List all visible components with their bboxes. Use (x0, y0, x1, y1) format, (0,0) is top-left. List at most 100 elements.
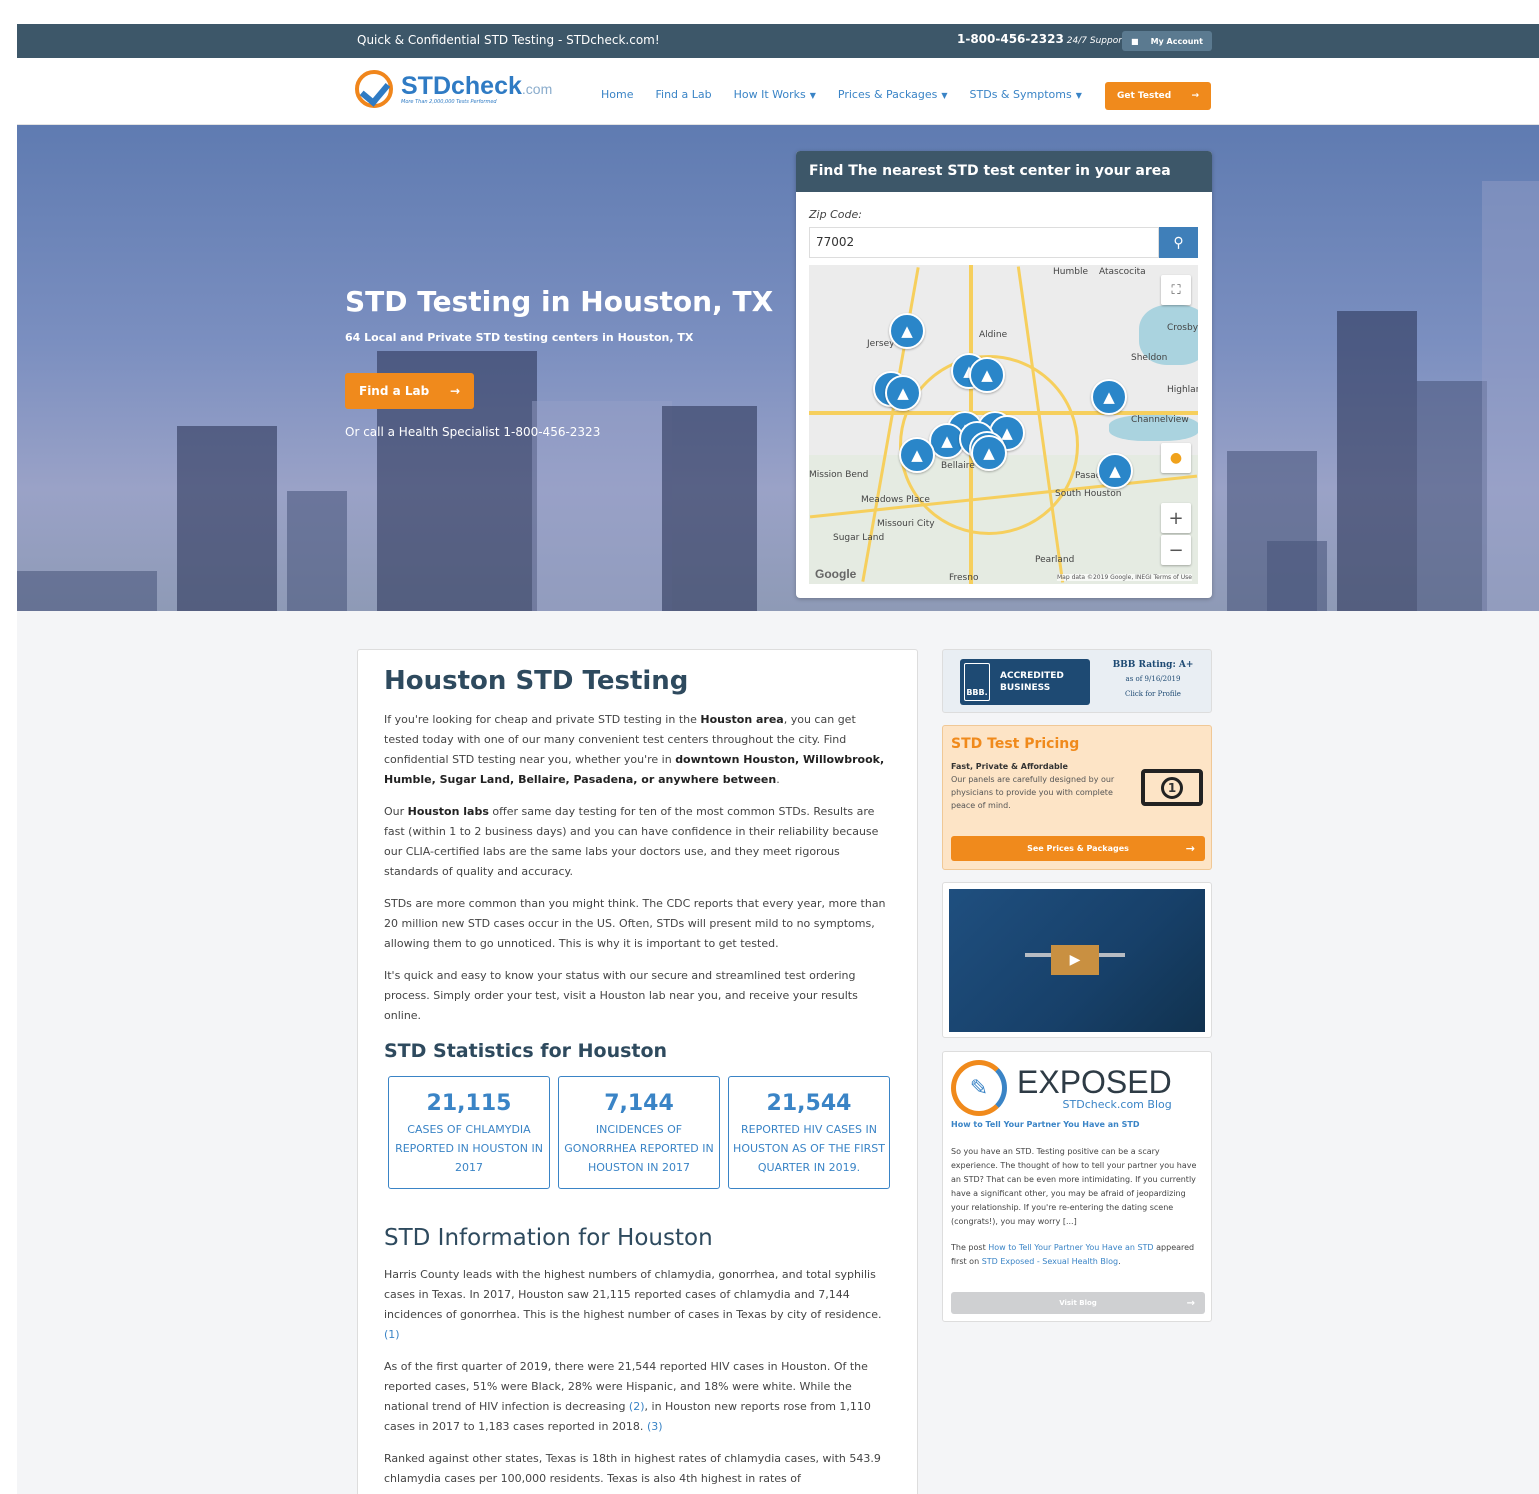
lab-pin-icon[interactable]: ▲ (885, 375, 921, 411)
skyline-building (1417, 381, 1487, 611)
lab-pin-icon[interactable]: ▲ (899, 437, 935, 473)
bbb-profile-link[interactable]: Click for Profile (1103, 690, 1203, 698)
stat-card: 21,544 REPORTED HIV CASES IN HOUSTON AS … (728, 1076, 890, 1189)
map-attribution[interactable]: Map data ©2019 Google, INEGI Terms of Us… (1057, 574, 1192, 581)
lab-pin-icon[interactable]: ▲ (889, 313, 925, 349)
stat-text: REPORTED HIV CASES IN HOUSTON AS OF THE … (733, 1123, 885, 1174)
stats-row: 21,115 CASES OF CHLAMYDIA REPORTED IN HO… (388, 1076, 891, 1189)
lab-finder-card: Find The nearest STD test center in your… (796, 151, 1212, 598)
stat-number: 21,115 (426, 1091, 512, 1116)
lab-map[interactable]: Humble Atascocita Aldine Jersey Sheldon … (809, 265, 1198, 584)
text: . (1118, 1257, 1121, 1266)
lab-pin-icon[interactable]: ▲ (1091, 379, 1127, 415)
zoom-out-button[interactable]: − (1161, 535, 1191, 565)
reference-link[interactable]: (2) (629, 1400, 645, 1413)
checkmark-logo-icon (355, 70, 393, 108)
arrow-right-icon: → (1186, 1297, 1195, 1309)
lab-pin-icon[interactable]: ▲ (1097, 453, 1133, 489)
my-account-button[interactable]: ■ My Account (1122, 31, 1212, 51)
visit-blog-label: Visit Blog (1059, 1299, 1097, 1307)
chevron-down-icon: ▼ (809, 91, 816, 100)
process-paragraph: It's quick and easy to know your status … (384, 969, 858, 1022)
nav-find-lab[interactable]: Find a Lab (655, 88, 711, 101)
logo-wordmark: STDcheck.com (401, 71, 552, 100)
main-content: Houston STD Testing If you're looking fo… (357, 649, 918, 1494)
blog-site-link[interactable]: STD Exposed - Sexual Health Blog (982, 1257, 1118, 1266)
bbb-seal-icon: BBB. (964, 663, 990, 701)
dollar-bill-icon: 1 (1141, 769, 1203, 806)
blog-brand: EXPOSED STDcheck.com Blog (1017, 1066, 1172, 1111)
visit-blog-button[interactable]: Visit Blog → (951, 1292, 1205, 1314)
stat-card: 21,115 CASES OF CHLAMYDIA REPORTED IN HO… (388, 1076, 550, 1189)
lab-pin-icon[interactable]: ▲ (969, 357, 1005, 393)
nav-how-it-works[interactable]: How It Works ▼ (734, 88, 816, 101)
blog-excerpt: So you have an STD. Testing positive can… (951, 1147, 1197, 1226)
stat-text: INCIDENCES OF GONORRHEA REPORTED IN HOUS… (564, 1123, 714, 1174)
nav-prices[interactable]: Prices & Packages ▼ (838, 88, 948, 101)
find-lab-button[interactable]: Find a Lab → (345, 373, 474, 409)
search-button[interactable]: ⚲ (1159, 227, 1198, 258)
skyline-building (1337, 311, 1417, 611)
nav-prices-label: Prices & Packages (837, 88, 938, 101)
skyline-building (1267, 541, 1327, 611)
intro-paragraph: If you're looking for cheap and private … (384, 710, 891, 790)
stats-title: STD Statistics for Houston (384, 1040, 668, 1062)
reference-link[interactable]: (1) (384, 1328, 400, 1341)
logo-name: STDcheck (401, 71, 522, 100)
arrow-right-icon: → (1191, 91, 1199, 101)
reference-link[interactable]: (3) (647, 1420, 663, 1433)
hero-title: STD Testing in Houston, TX (345, 285, 774, 318)
map-label: Mission Bend (809, 470, 869, 480)
bbb-seal-label: BBB. (966, 688, 988, 697)
map-label: Atascocita (1099, 267, 1146, 277)
map-label: Missouri City (877, 519, 935, 529)
bbb-rating: BBB Rating: A+ as of 9/16/2019 Click for… (1103, 660, 1203, 698)
get-tested-button[interactable]: Get Tested → (1105, 82, 1211, 110)
accredited-label: ACCREDITED (1000, 671, 1064, 681)
page-frame: Quick & Confidential STD Testing - STDch… (17, 24, 1539, 1494)
zip-input[interactable]: 77002 (809, 227, 1159, 258)
skyline-building (17, 571, 157, 611)
text: . (776, 773, 780, 786)
stat-number: 7,144 (604, 1091, 674, 1116)
map-label: Crosby (1167, 323, 1198, 333)
bbb-rating-date: as of 9/16/2019 (1125, 675, 1181, 683)
info-title: STD Information for Houston (384, 1225, 713, 1251)
street-view-icon[interactable]: ● (1161, 443, 1191, 473)
blog-post-link[interactable]: How to Tell Your Partner You Have an STD (988, 1243, 1153, 1252)
skyline-building (662, 406, 757, 611)
map-label: Fresno (949, 573, 979, 583)
blog-post-title[interactable]: How to Tell Your Partner You Have an STD (951, 1120, 1203, 1129)
text: Harris County leads with the highest num… (384, 1268, 882, 1321)
phone-number[interactable]: 1-800-456-2323 (957, 32, 1064, 46)
bbb-badge[interactable]: BBB. ACCREDITED BUSINESS BBB Rating: A+ … (942, 649, 1212, 713)
pricing-description: Our panels are carefully designed by our… (951, 775, 1115, 810)
nav-how-it-works-label: How It Works (733, 88, 806, 101)
bbb-rating-label: BBB Rating: A+ (1112, 660, 1194, 670)
nav-links: Home Find a Lab How It Works ▼ Prices & P… (601, 88, 1082, 101)
nav-stds-label: STDs & Symptoms (969, 88, 1072, 101)
nav-stds[interactable]: STDs & Symptoms ▼ (970, 88, 1082, 101)
hero-subtitle: 64 Local and Private STD testing centers… (345, 331, 694, 344)
see-prices-label: See Prices & Packages (1027, 844, 1129, 853)
site-logo[interactable]: STDcheck.com More Than 2,000,000 Tests P… (355, 70, 552, 108)
arrow-right-icon: → (449, 384, 460, 398)
zoom-in-button[interactable]: + (1161, 503, 1191, 533)
nav-home[interactable]: Home (601, 88, 633, 101)
lab-pin-icon[interactable]: ▲ (971, 435, 1007, 471)
main-nav: STDcheck.com More Than 2,000,000 Tests P… (17, 58, 1539, 125)
video-player[interactable]: ▶ (949, 889, 1205, 1032)
see-prices-button[interactable]: See Prices & Packages → (951, 836, 1205, 861)
cdc-paragraph: STDs are more common than you might thin… (384, 897, 886, 950)
play-icon[interactable]: ▶ (1051, 945, 1099, 975)
pricing-title: STD Test Pricing (951, 736, 1080, 752)
call-specialist: Or call a Health Specialist 1-800-456-23… (345, 425, 601, 439)
text: Our (384, 805, 408, 818)
pencil-icon: ✎ (951, 1060, 1007, 1116)
support-phone[interactable]: 1-800-456-2323 24/7 Support (957, 32, 1125, 46)
text: If you're looking for cheap and private … (384, 713, 701, 726)
page-title: Houston STD Testing (384, 666, 689, 696)
chevron-down-icon: ▼ (941, 91, 948, 100)
fullscreen-icon[interactable]: ⛶ (1161, 275, 1191, 305)
map-label: Meadows Place (861, 495, 930, 505)
